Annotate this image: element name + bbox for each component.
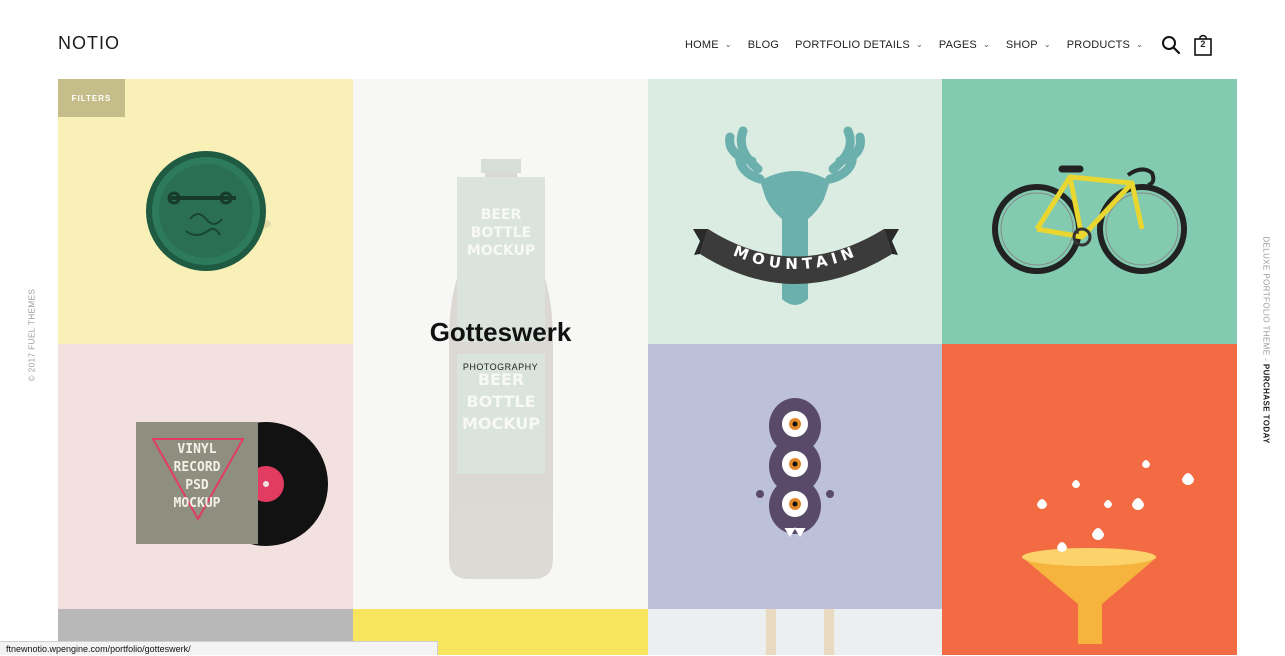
purchase-today-link[interactable]: PURCHASE TODAY bbox=[1262, 364, 1271, 444]
bottle-label-line-4: BEER bbox=[478, 370, 524, 389]
vinyl-mockup-image: VINYL RECORD PSD MOCKUP bbox=[136, 422, 328, 546]
main-nav: HOME ⌄ BLOG PORTFOLIO DETAILS ⌄ PAGES ⌄ SHO… bbox=[669, 34, 1213, 56]
nav-item-label: PORTFOLIO DETAILS bbox=[795, 39, 910, 51]
monster-image bbox=[756, 398, 834, 537]
portfolio-grid: FILTERS BEER BOTTLE MOCKUP BEER BOTTLE M… bbox=[58, 79, 1237, 655]
chevron-down-icon: ⌄ bbox=[1136, 39, 1143, 49]
portfolio-item-gotteswerk[interactable]: BEER BOTTLE MOCKUP BEER BOTTLE MOCKUP Go… bbox=[353, 79, 648, 609]
stick-left bbox=[766, 609, 776, 655]
vinyl-text-3: PSD bbox=[185, 478, 209, 493]
pin-button-image bbox=[146, 151, 271, 271]
chevron-down-icon: ⌄ bbox=[1043, 39, 1051, 49]
bottle-label-line-1: BEER bbox=[481, 207, 522, 223]
cart-count-badge: 2 bbox=[1200, 39, 1206, 49]
site-header: NOTIO HOME ⌄ BLOG PORTFOLIO DETAILS ⌄ PAGE… bbox=[0, 0, 1285, 80]
portfolio-item-mountain[interactable]: MOUNTAIN bbox=[648, 79, 942, 344]
copyright-text: © 2017 FUEL THEMES bbox=[27, 288, 37, 382]
search-icon[interactable] bbox=[1161, 35, 1181, 55]
portfolio-item-button-pin[interactable]: FILTERS bbox=[58, 79, 353, 344]
nav-item-products[interactable]: PRODUCTS ⌄ bbox=[1067, 39, 1143, 51]
nav-item-portfolio-details[interactable]: PORTFOLIO DETAILS ⌄ bbox=[795, 39, 923, 51]
vinyl-text-4: MOCKUP bbox=[174, 496, 221, 511]
portfolio-item-monster[interactable] bbox=[648, 344, 942, 609]
vinyl-text-2: RECORD bbox=[174, 460, 221, 475]
portfolio-item-partial-3[interactable] bbox=[648, 609, 942, 655]
promo-text-wrap: DELUXE PORTFOLIO THEME - PURCHASE TODAY bbox=[1262, 236, 1271, 443]
nav-item-home[interactable]: HOME ⌄ bbox=[685, 39, 732, 51]
chevron-down-icon: ⌄ bbox=[724, 39, 732, 49]
portfolio-item-bicycle[interactable] bbox=[942, 79, 1237, 344]
nav-item-label: SHOP bbox=[1005, 39, 1038, 51]
nav-item-pages[interactable]: PAGES ⌄ bbox=[939, 39, 990, 51]
bottle-label-line-5: BOTTLE bbox=[466, 392, 535, 411]
portfolio-item-vinyl-record[interactable]: VINYL RECORD PSD MOCKUP bbox=[58, 344, 353, 609]
featured-project-title[interactable]: Gotteswerk bbox=[353, 317, 648, 348]
nav-item-label: BLOG bbox=[747, 39, 780, 51]
filters-button[interactable]: FILTERS bbox=[58, 79, 125, 117]
bicycle-image bbox=[992, 165, 1187, 274]
nav-item-label: PAGES bbox=[938, 39, 977, 51]
featured-project-category: PHOTOGRAPHY bbox=[462, 362, 539, 372]
stick-right bbox=[824, 609, 834, 655]
site-logo[interactable]: NOTIO bbox=[58, 33, 120, 54]
copyright-vertical: © 2017 FUEL THEMES bbox=[24, 288, 40, 382]
nav-item-label: PRODUCTS bbox=[1066, 39, 1131, 51]
promo-text: DELUXE PORTFOLIO THEME - bbox=[1261, 236, 1271, 364]
nav-item-label: HOME bbox=[685, 39, 719, 51]
portfolio-item-funnel[interactable] bbox=[942, 344, 1237, 655]
bottle-label-line-2: BOTTLE bbox=[471, 225, 531, 241]
cart-icon[interactable]: 2 bbox=[1193, 34, 1213, 56]
chevron-down-icon: ⌄ bbox=[915, 39, 923, 49]
promo-vertical: DELUXE PORTFOLIO THEME - PURCHASE TODAY bbox=[1258, 236, 1274, 443]
vinyl-text-1: VINYL bbox=[177, 442, 216, 457]
chevron-down-icon: ⌄ bbox=[982, 39, 990, 49]
funnel-image bbox=[1022, 460, 1194, 644]
bottle-label-line-3: MOCKUP bbox=[467, 243, 535, 259]
browser-status-bar: ftnewnotio.wpengine.com/portfolio/gottes… bbox=[0, 641, 438, 655]
nav-item-blog[interactable]: BLOG bbox=[748, 39, 779, 51]
nav-item-shop[interactable]: SHOP ⌄ bbox=[1006, 39, 1051, 51]
deer-logo-image: MOUNTAIN bbox=[693, 126, 899, 305]
bottle-label-line-6: MOCKUP bbox=[462, 414, 540, 433]
